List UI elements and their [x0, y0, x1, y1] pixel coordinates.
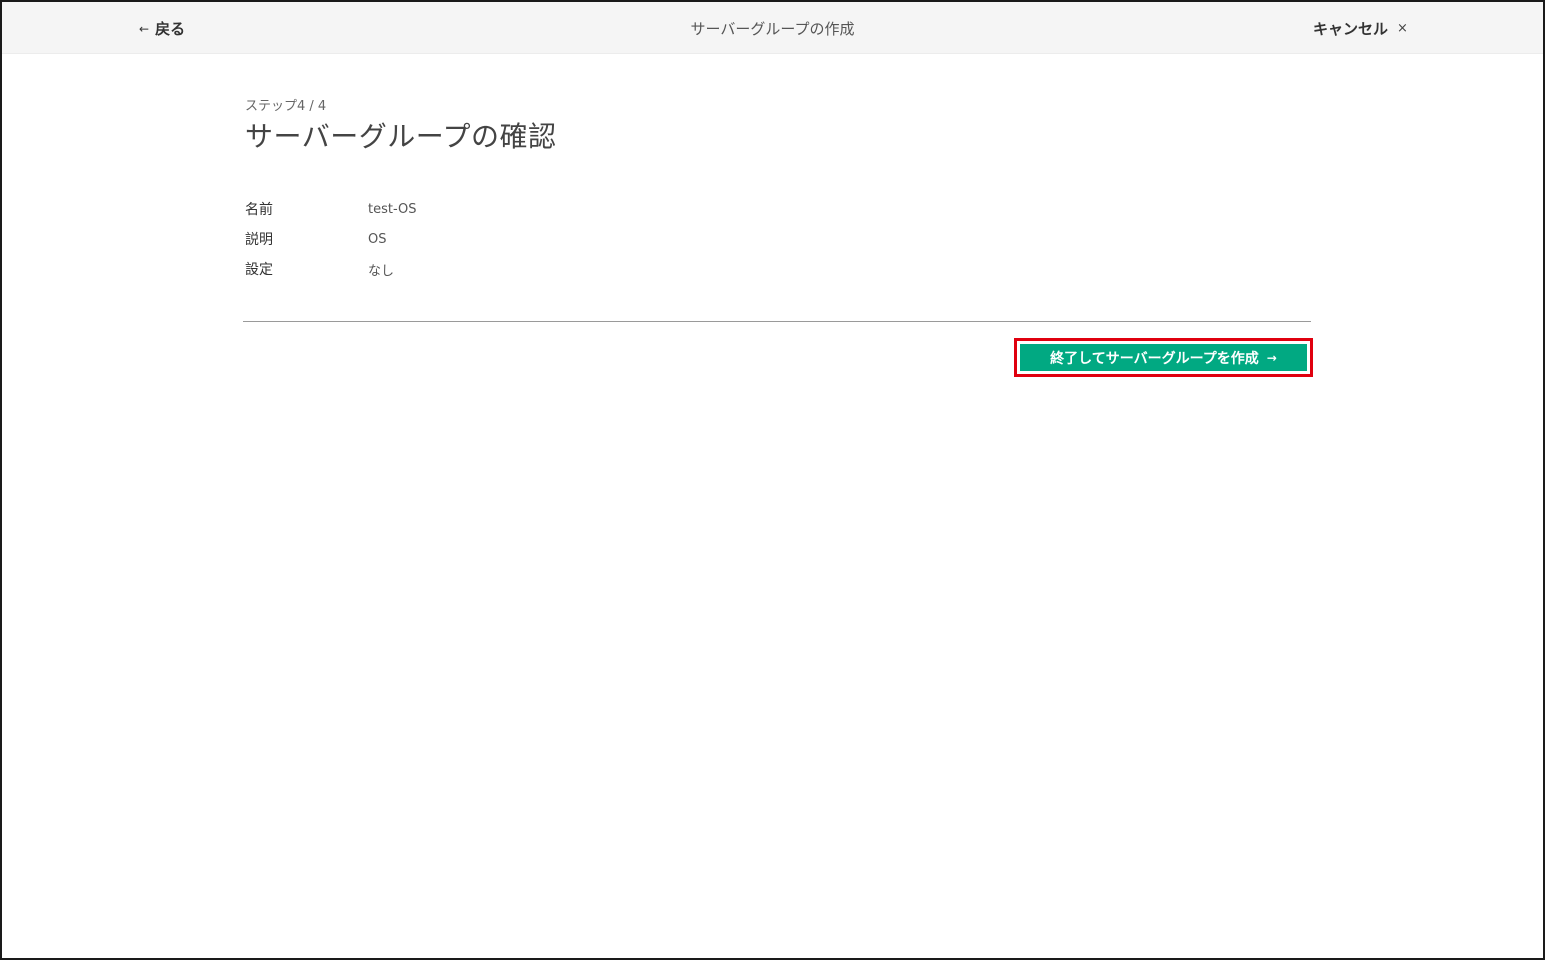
summary-key: 説明	[245, 232, 273, 248]
section-divider	[243, 321, 1311, 322]
summary-row-description: 説明 OS	[245, 224, 845, 254]
summary-row-settings: 設定 なし	[245, 254, 845, 284]
cancel-label: キャンセル	[1313, 20, 1389, 38]
finish-button-label: 終了してサーバーグループを作成	[1050, 350, 1259, 367]
summary-value: OS	[368, 231, 387, 247]
summary-value: test-OS	[368, 201, 417, 217]
summary-key: 設定	[245, 262, 273, 278]
summary-value: なし	[368, 263, 395, 279]
top-bar: ← 戻る サーバーグループの作成 キャンセル ×	[2, 2, 1543, 54]
window-title: サーバーグループの作成	[690, 20, 855, 38]
app-window: ← 戻る サーバーグループの作成 キャンセル × ステップ4 / 4 サーバーグ…	[0, 0, 1545, 960]
finish-create-button[interactable]: 終了してサーバーグループを作成 →	[1020, 344, 1307, 371]
step-indicator: ステップ4 / 4	[245, 99, 327, 114]
wizard-content: ステップ4 / 4 サーバーグループの確認 名前 test-OS 説明 OS 設…	[245, 98, 1311, 279]
cancel-button[interactable]: キャンセル ×	[1313, 18, 1408, 39]
highlight-frame: 終了してサーバーグループを作成 →	[1014, 338, 1313, 377]
page-title: サーバーグループの確認	[245, 120, 557, 153]
summary-row-name: 名前 test-OS	[245, 194, 845, 224]
arrow-right-icon: →	[1266, 350, 1277, 365]
summary-key: 名前	[245, 202, 273, 218]
summary-list: 名前 test-OS 説明 OS 設定 なし	[245, 194, 845, 284]
close-icon: ×	[1397, 21, 1408, 36]
